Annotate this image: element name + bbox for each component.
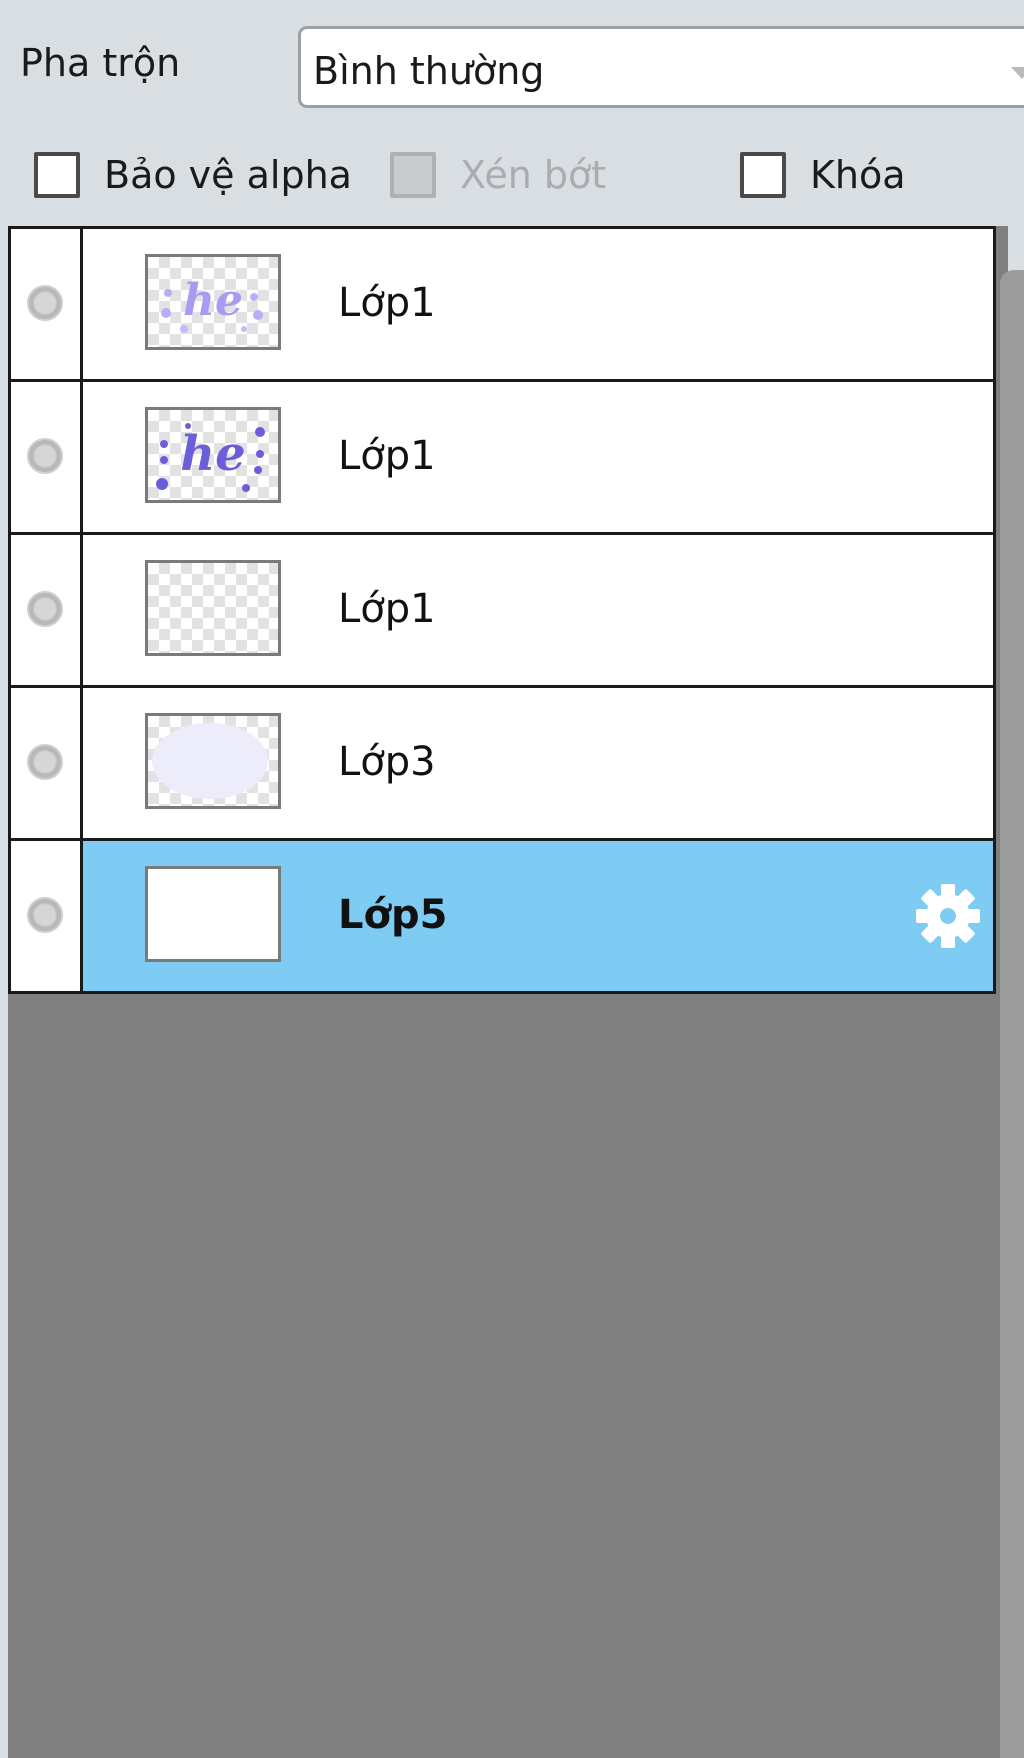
visibility-dot-icon[interactable] — [27, 897, 63, 933]
layer-row[interactable]: Lớp3 — [11, 688, 993, 841]
protect-alpha-checkbox[interactable] — [34, 152, 80, 198]
lock-label: Khóa — [810, 153, 906, 197]
visibility-dot-icon[interactable] — [27, 285, 63, 321]
blend-mode-select[interactable]: Bình thường — [298, 26, 1024, 108]
blob-thumbnail-icon — [152, 723, 268, 799]
layer-row-main[interactable]: Lớp3 — [83, 688, 993, 838]
layer-row-main[interactable]: Lớp1 — [83, 535, 993, 685]
lock-option[interactable]: Khóa — [740, 152, 920, 200]
blend-mode-value: Bình thường — [313, 49, 545, 93]
visibility-dot-icon[interactable] — [27, 744, 63, 780]
visibility-dot-icon[interactable] — [27, 591, 63, 627]
visibility-cell[interactable] — [11, 535, 83, 685]
layer-name: Lớp1 — [338, 433, 436, 479]
layer-row-main[interactable]: he Lớp1 — [83, 229, 993, 379]
lettering-thumbnail-icon: he — [156, 423, 265, 492]
layer-row[interactable]: he Lớp1 — [11, 382, 993, 535]
layer-thumbnail — [145, 713, 281, 809]
layer-row-main[interactable]: Lớp5 — [83, 841, 993, 991]
visibility-cell[interactable] — [11, 229, 83, 379]
layer-name: Lớp5 — [338, 892, 448, 938]
visibility-cell[interactable] — [11, 688, 83, 838]
layer-list-scrollbar[interactable] — [1000, 270, 1024, 1758]
layer-name: Lớp1 — [338, 586, 436, 632]
layer-row-main[interactable]: he Lớp1 — [83, 382, 993, 532]
layer-thumbnail: he — [145, 407, 281, 503]
layer-row[interactable]: he Lớp1 — [11, 229, 993, 382]
clip-label: Xén bớt — [460, 153, 607, 197]
layer-row[interactable]: Lớp1 — [11, 535, 993, 688]
svg-text:he: he — [180, 426, 245, 482]
layer-thumbnail — [145, 866, 281, 962]
layer-thumbnail — [145, 560, 281, 656]
layer-list: he Lớp1 he Lớp1 Lớp1 Lớp3 Lớp5 — [8, 226, 996, 994]
layer-name: Lớp3 — [338, 739, 436, 785]
layer-row-selected[interactable]: Lớp5 — [11, 841, 993, 994]
visibility-dot-icon[interactable] — [27, 438, 63, 474]
visibility-cell[interactable] — [11, 382, 83, 532]
blend-mode-label: Pha trộn — [20, 41, 181, 85]
visibility-cell[interactable] — [11, 841, 83, 991]
protect-alpha-label: Bảo vệ alpha — [104, 153, 352, 197]
layer-thumbnail: he — [145, 254, 281, 350]
layer-name: Lớp1 — [338, 280, 436, 326]
clip-checkbox — [390, 152, 436, 198]
dropdown-arrow-icon[interactable] — [1011, 67, 1024, 79]
clip-option: Xén bớt — [390, 152, 630, 200]
layer-panel: he Lớp1 he Lớp1 Lớp1 Lớp3 Lớp5 — [8, 226, 1008, 1758]
protect-alpha-option[interactable]: Bảo vệ alpha — [34, 152, 354, 200]
lock-checkbox[interactable] — [740, 152, 786, 198]
svg-text:he: he — [183, 275, 243, 326]
lettering-thumbnail-icon: he — [161, 275, 263, 333]
gear-icon[interactable] — [913, 881, 983, 951]
